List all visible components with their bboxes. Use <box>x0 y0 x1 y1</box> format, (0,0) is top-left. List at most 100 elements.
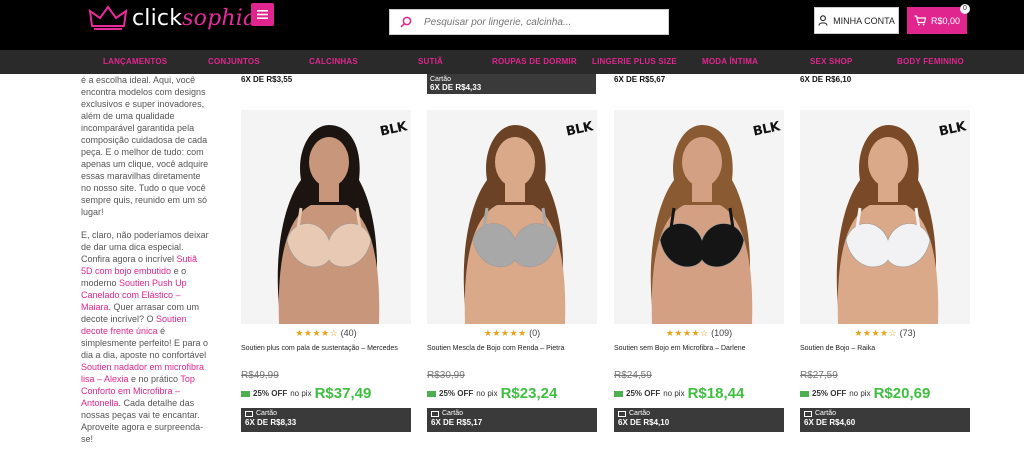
main-navigation: LANÇAMENTOS CONJUNTOS CALCINHAS SUTIÃ RO… <box>0 50 1024 74</box>
product-image[interactable]: BLK <box>800 110 970 324</box>
cart-button[interactable]: R$0,00 <box>907 7 967 34</box>
old-price: R$49,99 <box>241 370 279 381</box>
money-icon <box>800 390 809 397</box>
previous-row-item-3: 6X DE R$5,67 <box>614 75 666 84</box>
no-pix-label: no pix <box>663 389 685 398</box>
installment-value: 6X DE R$8,33 <box>245 418 297 427</box>
product-name[interactable]: Soutien Mescla de Bojo com Renda – Pietr… <box>427 344 597 364</box>
old-price: R$27,59 <box>800 370 838 381</box>
menu-icon <box>257 10 268 19</box>
site-logo[interactable]: clicksophia <box>88 2 256 34</box>
pix-price-row: 25% OFF no pix R$37,49 <box>241 385 411 402</box>
product-rating: ★★★★★ (0) <box>427 328 597 340</box>
rating-stars: ★★★★★ <box>483 328 527 338</box>
money-icon <box>241 390 250 397</box>
installment-value: 6X DE R$4,60 <box>804 418 856 427</box>
money-icon <box>427 390 436 397</box>
search-icon <box>400 16 412 28</box>
nav-roupas-de-dormir[interactable]: ROUPAS DE DORMIR <box>492 57 577 66</box>
cart-count-badge: 0 <box>960 4 970 14</box>
pix-price-row: 25% OFF no pix R$23,24 <box>427 385 597 402</box>
installments-box: Cartão 6X DE R$8,33 <box>241 408 411 432</box>
seo-description: é a escolha ideal. Aqui, você encontra m… <box>81 74 211 456</box>
nav-conjuntos[interactable]: CONJUNTOS <box>208 57 260 66</box>
no-pix-label: no pix <box>290 389 312 398</box>
product-image[interactable]: BLK <box>614 110 784 324</box>
product-rating: ★★★★☆ (73) <box>800 328 970 340</box>
nav-calcinhas[interactable]: CALCINHAS <box>309 57 358 66</box>
account-label: MINHA CONTA <box>833 15 895 26</box>
product-card[interactable]: BLK ★★★★☆ (73) Soutien de Bojo – Raika R… <box>800 110 970 432</box>
discount-label: 25% OFF <box>626 389 661 398</box>
previous-row-item-1: 6X DE R$3,55 <box>241 75 293 84</box>
cart-total: R$0,00 <box>930 15 961 26</box>
user-icon <box>818 15 828 26</box>
card-label: Cartão <box>815 410 837 417</box>
old-price: R$30,99 <box>427 370 465 381</box>
installments-box: Cartão 6X DE R$5,17 <box>427 408 597 432</box>
rating-stars: ★★★★☆ <box>854 328 898 338</box>
cart-icon <box>914 15 926 26</box>
money-icon <box>614 390 623 397</box>
pix-price: R$18,44 <box>687 385 745 402</box>
hamburger-menu-button[interactable] <box>251 3 274 26</box>
review-count: (109) <box>711 328 733 338</box>
nav-lingerie-plus-size[interactable]: LINGERIE PLUS SIZE <box>592 57 677 66</box>
product-rating: ★★★★☆ (109) <box>614 328 784 340</box>
installment-value: 6X DE R$5,17 <box>431 418 483 427</box>
discount-label: 25% OFF <box>439 389 474 398</box>
product-name[interactable]: Soutien sem Bojo em Microfibra – Darlene <box>614 344 784 364</box>
previous-row-item-4: 6X DE R$6,10 <box>800 75 852 84</box>
nav-sex-shop[interactable]: SEX SHOP <box>810 57 853 66</box>
model-photo <box>241 110 411 324</box>
model-photo <box>427 110 597 324</box>
review-count: (0) <box>529 328 541 338</box>
product-card[interactable]: BLK ★★★★★ (0) Soutien Mescla de Bojo com… <box>427 110 597 432</box>
card-label: Cartão <box>629 410 651 417</box>
no-pix-label: no pix <box>849 389 871 398</box>
discount-label: 25% OFF <box>253 389 288 398</box>
installment-value: 6X DE R$4,10 <box>618 418 670 427</box>
nav-moda-intima[interactable]: MODA ÍNTIMA <box>702 57 758 66</box>
card-label: Cartão <box>256 410 278 417</box>
logo-text: clicksophia <box>132 5 257 31</box>
product-card[interactable]: BLK ★★★★☆ (40) Soutien plus com pala de … <box>241 110 411 432</box>
pix-price-row: 25% OFF no pix R$20,69 <box>800 385 970 402</box>
card-icon <box>618 410 626 417</box>
nav-lancamentos[interactable]: LANÇAMENTOS <box>103 57 167 66</box>
installments-box: Cartão 6X DE R$4,10 <box>614 408 784 432</box>
product-name[interactable]: Soutien de Bojo – Raika <box>800 344 970 364</box>
product-rating: ★★★★☆ (40) <box>241 328 411 340</box>
pix-price: R$37,49 <box>314 385 372 402</box>
model-photo <box>800 110 970 324</box>
review-count: (40) <box>340 328 357 338</box>
rating-stars: ★★★★☆ <box>295 328 339 338</box>
seo-paragraph-2: E, claro, não poderíamos deixar de dar u… <box>81 230 209 444</box>
search-input[interactable] <box>424 16 644 28</box>
review-count: (73) <box>899 328 916 338</box>
discount-label: 25% OFF <box>812 389 847 398</box>
pix-price: R$23,24 <box>500 385 558 402</box>
pix-price-row: 25% OFF no pix R$18,44 <box>614 385 784 402</box>
card-icon <box>804 410 812 417</box>
nav-sutia[interactable]: SUTIÃ <box>418 57 443 66</box>
product-image[interactable]: BLK <box>427 110 597 324</box>
product-card[interactable]: BLK ★★★★☆ (109) Soutien sem Bojo em Micr… <box>614 110 784 432</box>
rating-stars: ★★★★☆ <box>665 328 709 338</box>
seo-paragraph-1: é a escolha ideal. Aqui, você encontra m… <box>81 75 209 217</box>
crown-icon <box>88 5 128 30</box>
pix-price: R$20,69 <box>873 385 931 402</box>
top-header: clicksophia MINHA CONTA R$0,00 0 <box>0 0 1024 50</box>
previous-row-item-2: Cartão 6X DE R$4,33 <box>427 74 596 94</box>
product-name[interactable]: Soutien plus com pala de sustentação – M… <box>241 344 411 364</box>
my-account-button[interactable]: MINHA CONTA <box>814 7 899 34</box>
nav-body-feminino[interactable]: BODY FEMININO <box>897 57 964 66</box>
product-image[interactable]: BLK <box>241 110 411 324</box>
search-box[interactable] <box>389 9 669 35</box>
card-icon <box>431 410 439 417</box>
old-price: R$24,59 <box>614 370 652 381</box>
model-photo <box>614 110 784 324</box>
installments-box: Cartão 6X DE R$4,60 <box>800 408 970 432</box>
no-pix-label: no pix <box>476 389 498 398</box>
card-label: Cartão <box>442 410 464 417</box>
